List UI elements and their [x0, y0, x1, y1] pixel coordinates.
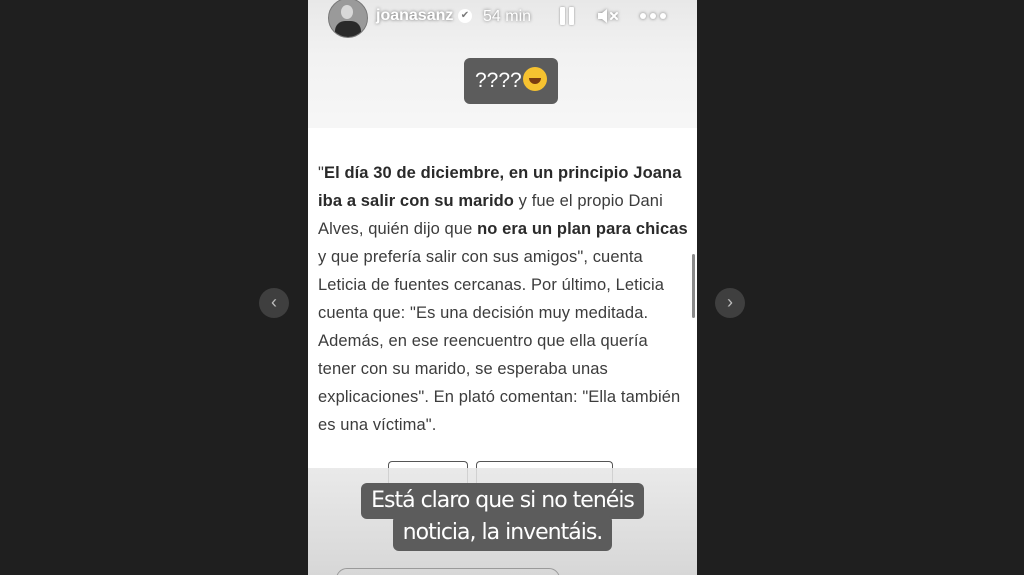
- reply-input[interactable]: [336, 568, 560, 575]
- verified-badge-icon: ✔: [458, 9, 472, 23]
- chevron-left-icon: ‹: [271, 292, 277, 312]
- sticker-line-1: Está claro que si no tenéis: [361, 483, 644, 519]
- sticker-text: ????: [475, 69, 522, 92]
- pause-icon: [560, 7, 565, 25]
- story-viewer[interactable]: "El día 30 de diciembre, en un principio…: [308, 0, 697, 575]
- post-time: 54 min: [483, 8, 532, 25]
- next-story-button[interactable]: ›: [715, 288, 745, 318]
- article-text: "El día 30 de diciembre, en un principio…: [318, 159, 688, 439]
- article-scrollbar: [692, 254, 695, 318]
- chevron-right-icon: ›: [727, 292, 733, 312]
- pause-button[interactable]: [558, 4, 578, 28]
- article-segment-3: y que prefería salir con sus amigos", cu…: [318, 248, 681, 434]
- mute-icon: [598, 9, 618, 23]
- username[interactable]: joanasanz: [376, 7, 453, 25]
- text-sticker-top: ????: [464, 58, 558, 104]
- mute-button[interactable]: [595, 4, 619, 28]
- story-header: joanasanz ✔ 54 min: [308, 0, 697, 38]
- avatar[interactable]: [328, 0, 368, 38]
- more-options-button[interactable]: [638, 4, 668, 28]
- sticker-line-2: noticia, la inventáis.: [392, 515, 613, 551]
- previous-story-button[interactable]: ‹: [259, 288, 289, 318]
- text-sticker-bottom: Está claro que si no tenéis noticia, la …: [308, 483, 697, 551]
- more-options-icon: [640, 13, 666, 19]
- rolling-on-floor-laughing-emoji-icon: [522, 67, 547, 91]
- bold-phrase-2: no era un plan para chicas: [477, 220, 688, 238]
